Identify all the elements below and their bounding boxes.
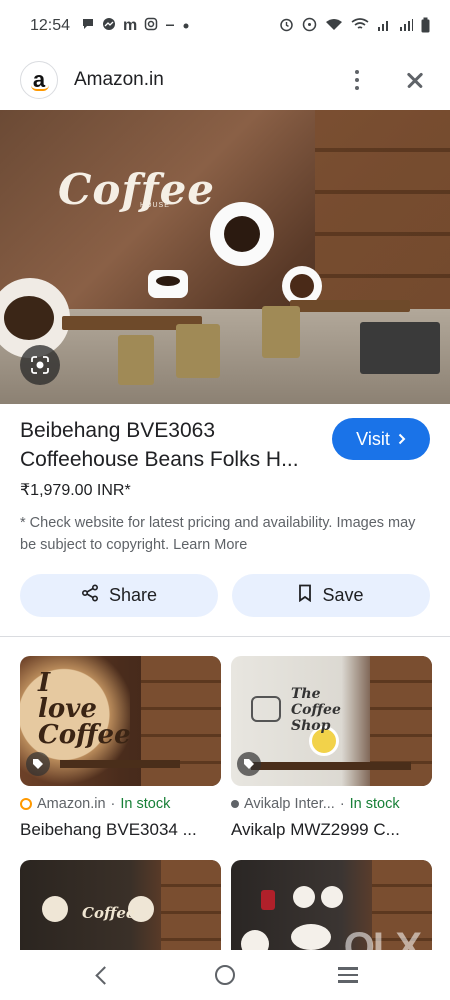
wall-title-art: Coffee (58, 165, 216, 214)
visit-button[interactable]: Visit (332, 418, 430, 460)
system-nav-bar (0, 950, 450, 1000)
more-vert-icon[interactable] (342, 65, 372, 95)
save-label: Save (322, 585, 364, 605)
nr-wifi-icon (325, 17, 343, 35)
product-title-line2: Coffeehouse Beans Folks H... (20, 448, 299, 471)
instagram-icon (144, 17, 158, 36)
price-tag-icon (237, 752, 261, 776)
amazon-favicon-icon (20, 798, 32, 810)
product-image[interactable]: Coffee HOUSE (0, 110, 450, 404)
result-title[interactable]: Beibehang BVE3034 ... (20, 820, 220, 840)
chair-art (118, 335, 154, 385)
result-image[interactable]: Coffee (20, 860, 221, 960)
amazon-smile-icon (31, 85, 49, 91)
pricing-disclaimer: * Check website for latest pricing and a… (20, 512, 432, 556)
source-name: Amazon.in (37, 796, 106, 812)
battery-icon (421, 17, 430, 36)
chair-art (176, 324, 220, 378)
m-app-icon: m (123, 17, 138, 34)
coffee-cup-art (210, 202, 274, 266)
signal-icon (399, 18, 413, 35)
result-art-text: The Coffee Shop (291, 686, 341, 734)
chair-art (262, 306, 300, 358)
learn-more-link[interactable]: Learn More (173, 537, 247, 553)
messenger-icon (102, 17, 116, 36)
price-tag-icon (26, 752, 50, 776)
source-separator: · (110, 796, 116, 812)
result-title[interactable]: Avikalp MWZ2999 C... (231, 820, 431, 840)
stock-status: In stock (349, 796, 400, 812)
wifi-icon (351, 17, 369, 35)
chair-art (360, 322, 440, 374)
dot-icon (182, 17, 190, 35)
wall-subtitle-art: HOUSE (140, 202, 170, 209)
result-art-text: I love Coffee (38, 668, 131, 750)
product-title-line1: Beibehang BVE3063 (20, 419, 215, 442)
source-separator: · (339, 796, 345, 812)
result-art-text: Coffee (82, 904, 136, 922)
app-header: a Amazon.in (0, 52, 450, 108)
result-image[interactable]: The Coffee Shop (231, 656, 432, 786)
status-bar: 12:54 m (0, 0, 450, 52)
chat-bubble-icon (81, 17, 95, 36)
chevron-right-icon (398, 429, 406, 450)
avikalp-favicon-icon (231, 800, 239, 808)
visit-label: Visit (356, 428, 390, 449)
product-title[interactable]: Beibehang BVE3063 Coffeehouse Beans Folk… (20, 416, 320, 474)
minus-icon (165, 17, 175, 35)
recents-icon[interactable] (338, 967, 359, 983)
status-time: 12:54 (30, 17, 71, 34)
share-label: Share (108, 585, 158, 605)
product-price: ₹1,979.00 INR* (20, 482, 131, 499)
share-icon (81, 584, 99, 607)
share-button[interactable]: Share (20, 574, 218, 617)
amazon-logo[interactable]: a (20, 61, 58, 99)
home-icon[interactable] (214, 965, 235, 985)
source-name: Avikalp Inter... (244, 796, 335, 812)
table-art (290, 300, 410, 312)
stock-status: In stock (120, 796, 171, 812)
clock-icon (302, 17, 317, 35)
section-divider (0, 636, 450, 637)
google-lens-icon[interactable] (20, 345, 60, 385)
result-source[interactable]: Avikalp Inter... · In stock (231, 796, 400, 812)
back-icon[interactable] (92, 965, 112, 985)
result-image[interactable]: I love Coffee (20, 656, 221, 786)
save-button[interactable]: Save (232, 574, 430, 617)
close-icon[interactable] (400, 65, 430, 95)
alarm-icon (279, 17, 294, 35)
result-source[interactable]: Amazon.in · In stock (20, 796, 170, 812)
signal-icon (377, 18, 391, 35)
small-cup-art (148, 270, 188, 298)
site-title: Amazon.in (74, 69, 164, 90)
bookmark-icon (298, 584, 312, 607)
